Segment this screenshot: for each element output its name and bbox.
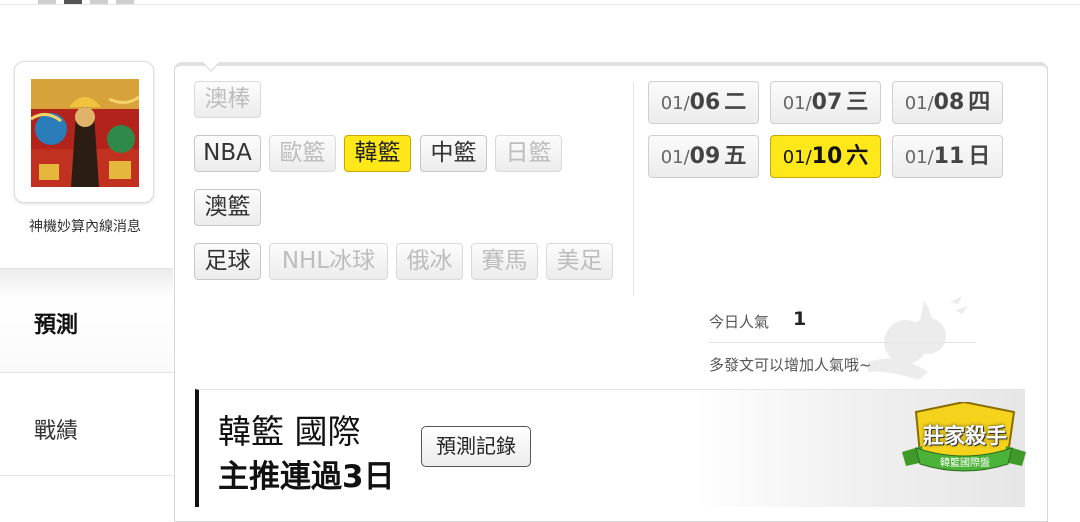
- popularity-label: 今日人氣: [709, 313, 770, 331]
- date-day: 08: [933, 90, 965, 115]
- sport-chip-nba[interactable]: NBA: [194, 135, 261, 172]
- date-weekday: 四: [968, 90, 991, 115]
- date-weekday: 三: [846, 90, 869, 115]
- date-button[interactable]: 01/09 五: [648, 135, 759, 178]
- banner-streak: 主推連過3日: [218, 459, 395, 495]
- sport-chip-korea-basketball[interactable]: 韓籃: [344, 135, 411, 172]
- top-page-indicator: [0, 0, 1080, 5]
- profile-caption: 神機妙算內線消息: [29, 219, 141, 235]
- avatar: [31, 79, 139, 187]
- tab-record[interactable]: 戰績: [0, 372, 173, 476]
- avatar-card[interactable]: [14, 61, 154, 203]
- sport-chip-euro-basketball[interactable]: 歐籃: [269, 135, 336, 172]
- date-month: 01/: [660, 93, 690, 114]
- date-day: 09: [689, 144, 721, 169]
- sport-chip-aus-baseball[interactable]: 澳棒: [194, 81, 261, 118]
- date-button-selected[interactable]: 01/10 六: [770, 135, 881, 178]
- date-weekday: 六: [846, 144, 869, 169]
- sport-chip-nhl[interactable]: NHL冰球: [269, 243, 388, 280]
- date-day: 10: [811, 144, 843, 169]
- panel-divider: [633, 82, 634, 296]
- sport-chip-american-football[interactable]: 美足: [546, 243, 613, 280]
- date-month: 01/: [782, 93, 812, 114]
- date-button[interactable]: 01/08 四: [892, 81, 1003, 124]
- page-dot[interactable]: [116, 0, 134, 4]
- panel-pointer: [202, 62, 220, 72]
- tab-predict-label: 預測: [34, 313, 79, 338]
- page-dot[interactable]: [38, 0, 56, 4]
- date-month: 01/: [660, 147, 690, 168]
- date-weekday: 五: [724, 144, 747, 169]
- sport-chip-china-basketball[interactable]: 中籃: [420, 135, 487, 172]
- date-button[interactable]: 01/11 日: [892, 135, 1003, 178]
- page-dot-active[interactable]: [64, 0, 82, 4]
- sport-chip-soccer[interactable]: 足球: [194, 243, 261, 280]
- date-month: 01/: [904, 147, 934, 168]
- date-day: 07: [811, 90, 843, 115]
- badge-subtitle: 韓籃國際盤: [940, 458, 990, 469]
- popularity-hint: 多發文可以增加人氣哦~: [709, 356, 872, 374]
- date-weekday: 二: [724, 90, 747, 115]
- sport-chip-russia-hockey[interactable]: 俄冰: [396, 243, 463, 280]
- page-dot[interactable]: [90, 0, 108, 4]
- prediction-history-button[interactable]: 預測記錄: [421, 426, 531, 467]
- mascot-watermark-icon: [868, 296, 968, 380]
- sport-chip-horse-racing[interactable]: 賽馬: [471, 243, 538, 280]
- date-button[interactable]: 01/07 三: [770, 81, 881, 124]
- tab-record-label: 戰績: [34, 419, 79, 444]
- date-month: 01/: [782, 147, 812, 168]
- date-day: 11: [933, 144, 965, 169]
- date-button[interactable]: 01/06 二: [648, 81, 759, 124]
- date-month: 01/: [904, 93, 934, 114]
- date-weekday: 日: [968, 144, 991, 169]
- tab-predict[interactable]: 預測: [0, 268, 173, 372]
- sport-chip-aus-basketball[interactable]: 澳籃: [194, 189, 261, 226]
- sport-chip-japan-basketball[interactable]: 日籃: [495, 135, 562, 172]
- banner-league: 韓籃 國際: [218, 412, 361, 451]
- badge-title: 莊家殺手: [923, 424, 1007, 448]
- date-day: 06: [689, 90, 721, 115]
- popularity-divider: [708, 342, 976, 343]
- popularity-value: 1: [793, 308, 807, 330]
